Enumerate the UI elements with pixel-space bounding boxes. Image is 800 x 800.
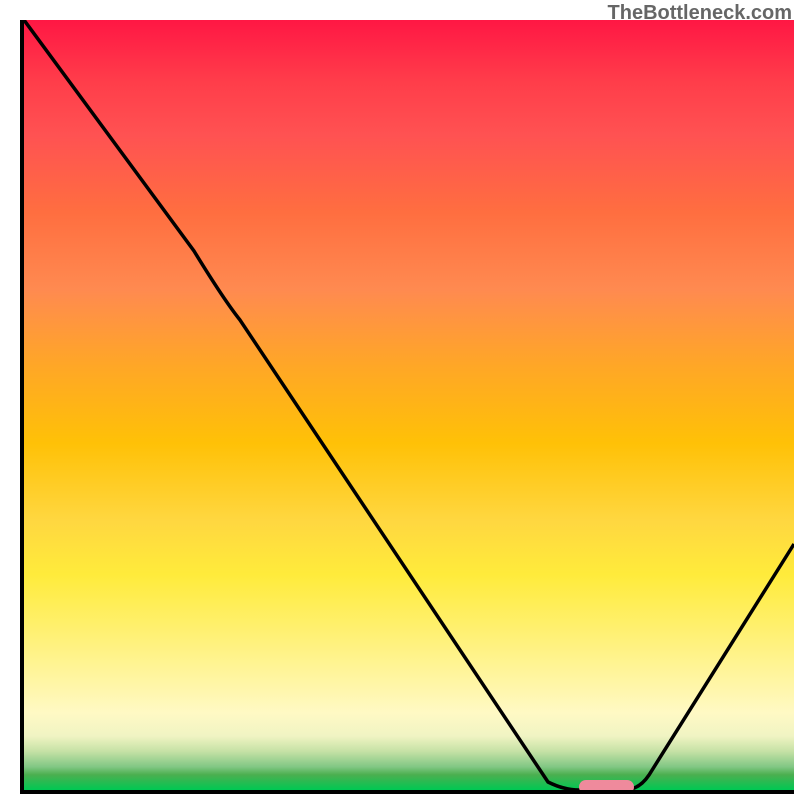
chart-plot-area bbox=[20, 20, 794, 794]
optimal-marker bbox=[579, 780, 634, 794]
watermark-text: TheBottleneck.com bbox=[608, 2, 792, 25]
bottleneck-curve-path bbox=[24, 20, 794, 790]
chart-curve-svg bbox=[24, 20, 794, 790]
